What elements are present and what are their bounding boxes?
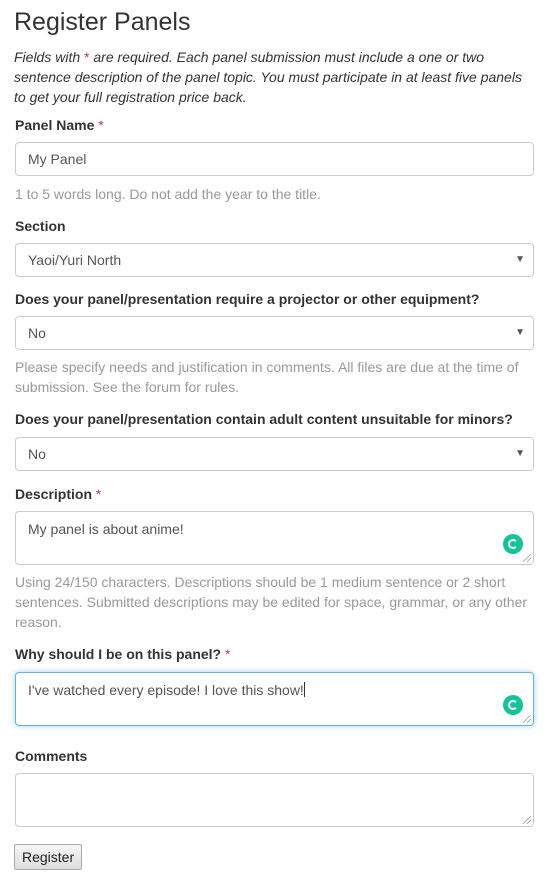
why-textarea[interactable]: I've watched every episode! I love this … [15,672,534,726]
why-label: Why should I be on this panel? * [15,646,231,662]
adult-content-selected-value: No [28,446,46,462]
panel-name-help: 1 to 5 words long. Do not add the year t… [15,186,321,202]
adult-content-select[interactable]: No ▼ [15,437,534,471]
resize-handle[interactable] [523,554,531,562]
section-label: Section [15,218,66,234]
equipment-help: Please specify needs and justification i… [15,359,519,395]
adult-content-label: Does your panel/presentation contain adu… [15,411,513,427]
panel-name-label: Panel Name * [15,117,104,133]
comments-textarea[interactable] [15,773,534,827]
chevron-down-icon: ▼ [515,448,525,459]
section-select[interactable]: Yaoi/Yuri North ▼ [15,243,534,277]
resize-handle[interactable] [523,816,531,824]
description-help: Using 24/150 characters. Descriptions sh… [15,574,528,630]
equipment-label: Does your panel/presentation require a p… [15,291,480,307]
grammarly-icon[interactable] [503,534,523,554]
description-label: Description * [15,486,102,502]
register-button[interactable]: Register [14,844,83,870]
chevron-down-icon: ▼ [515,254,525,265]
comments-label: Comments [15,748,88,764]
section-selected-value: Yaoi/Yuri North [28,252,122,268]
resize-handle[interactable] [523,715,531,723]
text-cursor [303,682,305,697]
panel-name-input[interactable]: My Panel [15,142,534,176]
intro-text: Fields with * are required. Each panel s… [14,49,522,105]
page-title: Register Panels [14,8,191,36]
chevron-down-icon: ▼ [515,327,525,338]
description-textarea[interactable]: My panel is about anime! [15,511,534,565]
equipment-select[interactable]: No ▼ [15,316,534,350]
equipment-selected-value: No [28,325,46,341]
grammarly-icon[interactable] [503,695,523,715]
